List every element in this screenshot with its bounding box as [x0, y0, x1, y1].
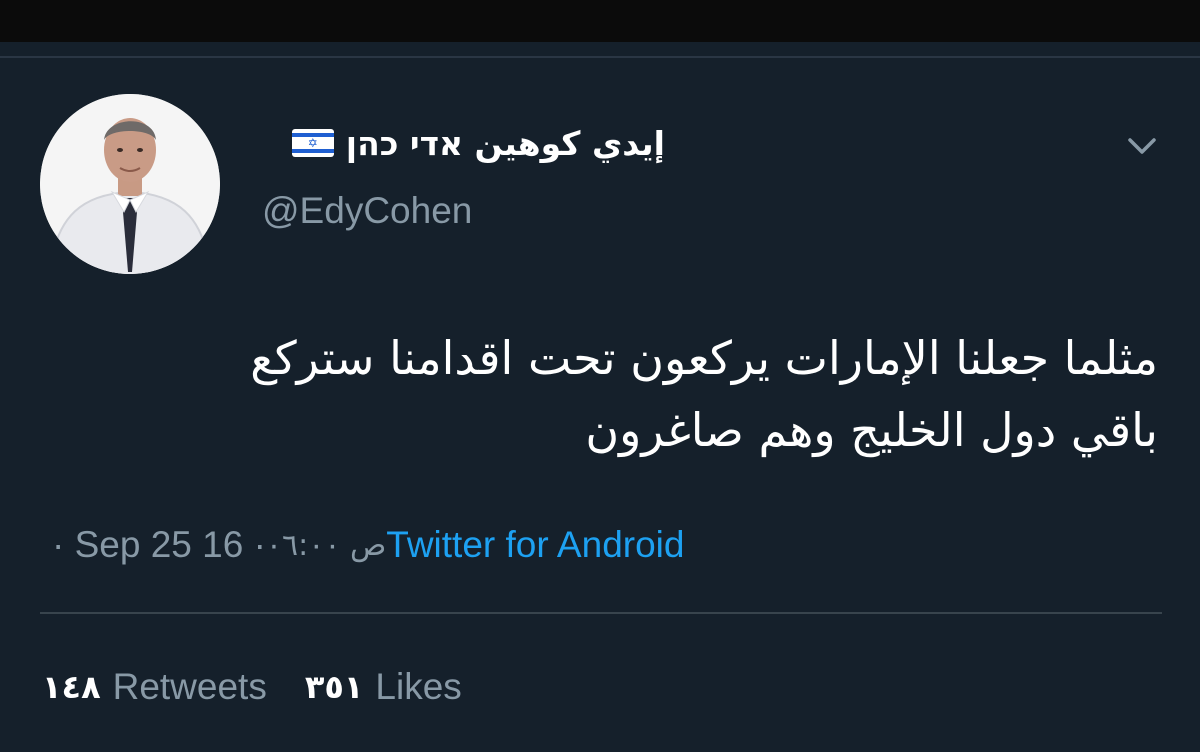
- author-name-row[interactable]: ✡ إيدي كوهين אדי כהן: [291, 120, 665, 166]
- israel-flag-icon: ✡: [291, 129, 334, 157]
- display-name: إيدي كوهين אדי כהן: [345, 123, 665, 163]
- header-divider: [0, 56, 1200, 58]
- chevron-down-icon[interactable]: [1122, 130, 1162, 160]
- retweets-label: Retweets: [112, 666, 267, 707]
- tweet-date[interactable]: · Sep 25 16 ·: [52, 524, 266, 566]
- tweet-text: مثلما جعلنا الإمارات يركعون تحت اقدامنا …: [48, 322, 1158, 466]
- tweet-text-line: باقي دول الخليج وهم صاغرون: [585, 403, 1158, 457]
- likes-count: ٣٥١: [304, 668, 364, 706]
- avatar[interactable]: [40, 94, 220, 274]
- engagement-stats: ١٤٨ Retweets ٣٥١ Likes: [42, 664, 462, 710]
- user-handle[interactable]: @EdyCohen: [262, 190, 472, 232]
- likes-label: Likes: [375, 666, 462, 707]
- tweet-source-link[interactable]: Twitter for Android: [386, 524, 684, 566]
- tweet-text-line: مثلما جعلنا الإمارات يركعون تحت اقدامنا …: [250, 331, 1158, 385]
- screen-top-bar: [0, 0, 1200, 42]
- retweets-stat[interactable]: ١٤٨ Retweets: [42, 666, 267, 708]
- likes-stat[interactable]: ٣٥١ Likes: [305, 666, 462, 708]
- stats-divider: [40, 612, 1162, 614]
- retweets-count: ١٤٨: [42, 668, 101, 706]
- tweet-time[interactable]: ص ٠٦:٠٠: [266, 528, 386, 563]
- avatar-portrait: [40, 94, 220, 274]
- tweet-meta-row: · Sep 25 16 · ص ٠٦:٠٠ Twitter for Androi…: [52, 520, 684, 570]
